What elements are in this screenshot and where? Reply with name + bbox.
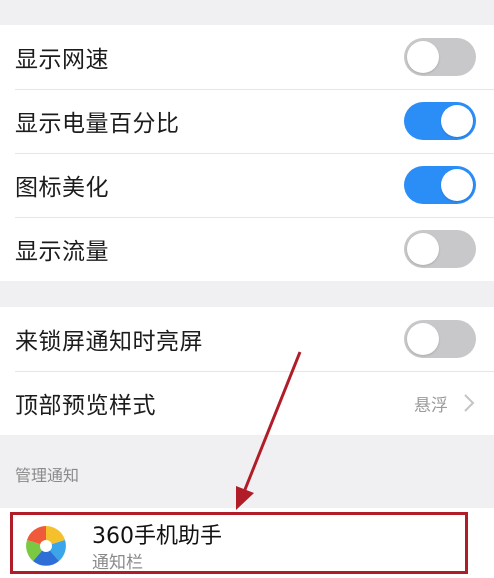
wake-on-lock-notification-toggle[interactable] <box>404 320 476 358</box>
setting-row-show-battery-percentage[interactable]: 显示电量百分比 <box>0 89 494 153</box>
annotation-highlight-box <box>10 512 468 574</box>
app-notification-row-360[interactable]: 360手机助手 通知栏 <box>0 508 494 578</box>
toggle-knob <box>407 41 439 73</box>
icon-beautify-toggle[interactable] <box>404 166 476 204</box>
setting-row-show-data-usage[interactable]: 显示流量 <box>0 217 494 281</box>
section-spacer <box>0 281 494 307</box>
setting-row-top-preview-style[interactable]: 顶部预览样式 悬浮 <box>0 371 494 435</box>
show-network-speed-toggle[interactable] <box>404 38 476 76</box>
show-data-usage-toggle[interactable] <box>404 230 476 268</box>
setting-label: 来锁屏通知时亮屏 <box>15 329 203 355</box>
setting-label: 显示网速 <box>15 47 109 73</box>
toggle-knob <box>407 323 439 355</box>
manage-notifications-header: 管理通知 <box>0 435 494 495</box>
show-battery-percentage-toggle[interactable] <box>404 102 476 140</box>
settings-group-status-bar: 显示网速 显示电量百分比 图标美化 显示流量 <box>0 25 494 281</box>
setting-row-show-network-speed[interactable]: 显示网速 <box>0 25 494 89</box>
setting-label: 显示电量百分比 <box>15 111 180 137</box>
toggle-knob <box>441 105 473 137</box>
chevron-right-icon <box>464 394 475 412</box>
toggle-knob <box>441 169 473 201</box>
setting-label: 图标美化 <box>15 175 109 201</box>
settings-group-notifications: 来锁屏通知时亮屏 顶部预览样式 悬浮 <box>0 307 494 435</box>
setting-row-icon-beautify[interactable]: 图标美化 <box>0 153 494 217</box>
toggle-knob <box>407 233 439 265</box>
preview-style-value: 悬浮 <box>414 395 448 416</box>
setting-row-wake-on-lock-notification[interactable]: 来锁屏通知时亮屏 <box>0 307 494 371</box>
top-spacer <box>0 0 494 25</box>
setting-label: 显示流量 <box>15 239 109 265</box>
setting-label: 顶部预览样式 <box>15 393 156 419</box>
